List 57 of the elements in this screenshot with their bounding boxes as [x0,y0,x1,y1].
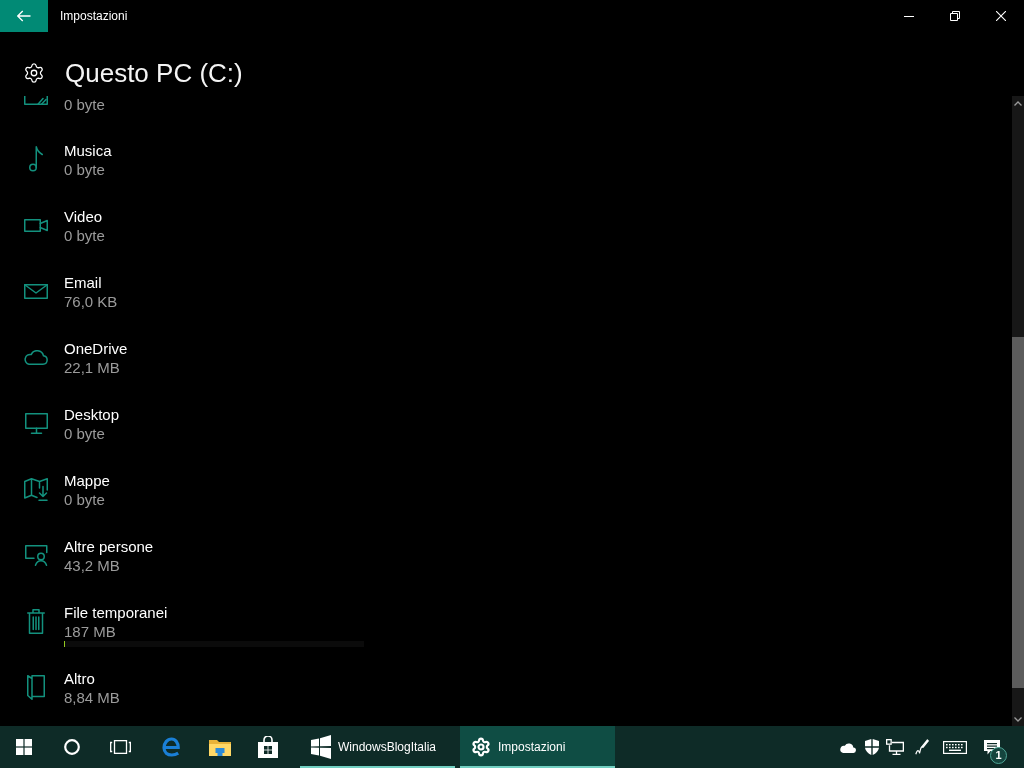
door-icon [27,674,45,700]
taskbar-app-button[interactable]: WindowsBlogItalia [300,726,455,768]
video-camera-icon [24,218,48,232]
category-name: OneDrive [64,339,128,359]
category-size: 0 byte [64,96,105,114]
category-name: Desktop [64,405,120,425]
category-size: 0 byte [64,227,105,245]
browser-icon[interactable] [162,737,182,757]
category-size: 43,2 MB [64,557,120,575]
back-arrow-icon [17,10,31,22]
category-size: 0 byte [64,491,105,509]
cloud-icon[interactable] [840,741,856,753]
minimize-icon[interactable] [904,15,914,17]
restore-icon[interactable] [950,11,960,21]
category-name: Mappe [64,471,110,491]
category-size: 8,84 MB [64,689,120,707]
category-name: Altre persone [64,537,154,557]
shopping-bag-icon[interactable] [258,736,278,758]
category-size: 187 MB [64,623,116,641]
chevron-up-icon[interactable] [1014,100,1022,106]
close-icon[interactable] [996,11,1006,21]
picture-icon [24,96,48,105]
category-name: Altro [64,669,95,689]
cloud-icon [24,349,48,365]
taskbar-app-button[interactable]: Impostazioni [460,726,615,768]
window-title: Impostazioni [60,8,128,24]
category-name: Video [64,207,103,227]
ring-icon[interactable] [64,739,80,755]
music-note-icon [29,146,43,172]
map-icon [24,477,48,501]
chevron-down-icon[interactable] [1014,716,1022,722]
shield-icon[interactable] [864,739,879,755]
category-size: 0 byte [64,161,105,179]
category-size: 76,0 KB [64,293,118,311]
monitor-icon [24,412,48,434]
folder-icon[interactable] [209,738,231,756]
category-name: Musica [64,141,112,161]
back-button[interactable] [0,0,48,32]
start-icon[interactable] [16,739,32,755]
envelope-icon [24,283,48,299]
pen-icon[interactable] [915,739,929,755]
keyboard-icon[interactable] [942,740,967,754]
scrollbar-thumb[interactable] [1012,337,1024,688]
category-name: Email [64,273,102,293]
settings-icon [471,737,491,757]
trash-icon [27,608,45,634]
settings-icon [23,62,45,84]
scrollbar[interactable] [1012,96,1024,726]
person-screen-icon [24,544,48,566]
category-name: File temporanei [64,603,168,623]
network-icon[interactable] [886,739,904,755]
page-title: Questo PC (C:) [65,57,243,89]
category-size: 0 byte [64,425,105,443]
category-size: 22,1 MB [64,359,120,377]
notification-badge: 1 [990,747,1007,764]
window-flag-icon [311,735,331,759]
task-view-icon[interactable] [109,740,131,754]
